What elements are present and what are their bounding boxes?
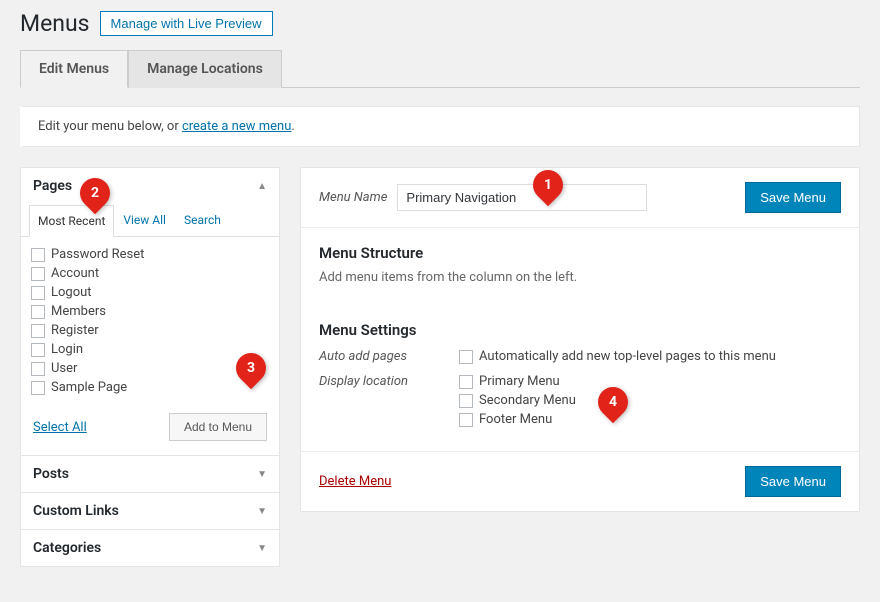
pages-tab-most-recent[interactable]: Most Recent	[29, 205, 114, 237]
caret-down-icon: ▼	[257, 506, 267, 517]
caret-down-icon: ▼	[257, 543, 267, 554]
tab-manage-locations[interactable]: Manage Locations	[128, 50, 282, 88]
menu-settings-heading: Menu Settings	[319, 321, 841, 339]
panel-pages-header[interactable]: Pages ▲	[21, 168, 279, 204]
panel-custom-links: Custom Links ▼	[20, 492, 280, 529]
list-item[interactable]: Logout	[31, 283, 273, 302]
display-loc-primary[interactable]: Primary Menu	[459, 372, 576, 391]
checkbox[interactable]	[31, 381, 45, 395]
pages-tab-search[interactable]: Search	[175, 204, 230, 236]
panel-categories-header[interactable]: Categories ▼	[21, 530, 279, 566]
list-item[interactable]: Password Reset	[31, 245, 273, 264]
list-item[interactable]: Members	[31, 302, 273, 321]
checkbox[interactable]	[31, 324, 45, 338]
checkbox[interactable]	[459, 375, 473, 389]
checkbox[interactable]	[31, 286, 45, 300]
checkbox[interactable]	[31, 343, 45, 357]
notice: Edit your menu below, or create a new me…	[20, 106, 860, 147]
menu-edit-box: Menu Name Save Menu Menu Structure Add m…	[300, 167, 860, 512]
tab-edit-menus[interactable]: Edit Menus	[20, 50, 128, 88]
panel-posts-header[interactable]: Posts ▼	[21, 456, 279, 492]
notice-text: Edit your menu below, or	[38, 119, 182, 134]
checkbox[interactable]	[459, 394, 473, 408]
select-all-link[interactable]: Select All	[33, 420, 87, 435]
auto-add-pages-option[interactable]: Automatically add new top-level pages to…	[459, 347, 776, 366]
save-menu-button-bottom[interactable]: Save Menu	[745, 466, 841, 497]
display-loc-footer[interactable]: Footer Menu	[459, 410, 576, 429]
list-item[interactable]: Login	[31, 340, 273, 359]
manage-live-preview-button[interactable]: Manage with Live Preview	[100, 11, 273, 36]
checkbox[interactable]	[31, 248, 45, 262]
caret-up-icon: ▲	[257, 181, 267, 192]
panel-posts: Posts ▼	[20, 455, 280, 492]
panel-pages-title: Pages	[33, 178, 72, 194]
menu-structure-help: Add menu items from the column on the le…	[319, 270, 841, 285]
page-title: Menus	[20, 10, 90, 37]
display-loc-secondary[interactable]: Secondary Menu	[459, 391, 576, 410]
list-item[interactable]: Sample Page	[31, 378, 273, 397]
list-item[interactable]: Account	[31, 264, 273, 283]
checkbox[interactable]	[31, 267, 45, 281]
create-new-menu-link[interactable]: create a new menu	[182, 119, 291, 134]
nav-tabs: Edit Menus Manage Locations	[20, 49, 860, 88]
display-location-label: Display location	[319, 372, 459, 389]
pages-inner-tabs: Most Recent View All Search	[21, 204, 279, 237]
panel-categories: Categories ▼	[20, 529, 280, 567]
menu-structure-heading: Menu Structure	[319, 244, 841, 262]
checkbox[interactable]	[459, 350, 473, 364]
checkbox[interactable]	[459, 413, 473, 427]
panel-custom-links-header[interactable]: Custom Links ▼	[21, 493, 279, 529]
auto-add-pages-label: Auto add pages	[319, 347, 459, 364]
menu-name-input[interactable]	[397, 184, 647, 211]
panel-pages: Pages ▲ Most Recent View All Search Pass…	[20, 167, 280, 455]
caret-down-icon: ▼	[257, 469, 267, 480]
save-menu-button-top[interactable]: Save Menu	[745, 182, 841, 213]
menu-name-label: Menu Name	[319, 190, 387, 205]
list-item[interactable]: Register	[31, 321, 273, 340]
pages-tab-view-all[interactable]: View All	[114, 204, 175, 236]
checkbox[interactable]	[31, 305, 45, 319]
delete-menu-link[interactable]: Delete Menu	[319, 474, 391, 489]
checkbox[interactable]	[31, 362, 45, 376]
add-to-menu-button[interactable]: Add to Menu	[169, 413, 267, 441]
